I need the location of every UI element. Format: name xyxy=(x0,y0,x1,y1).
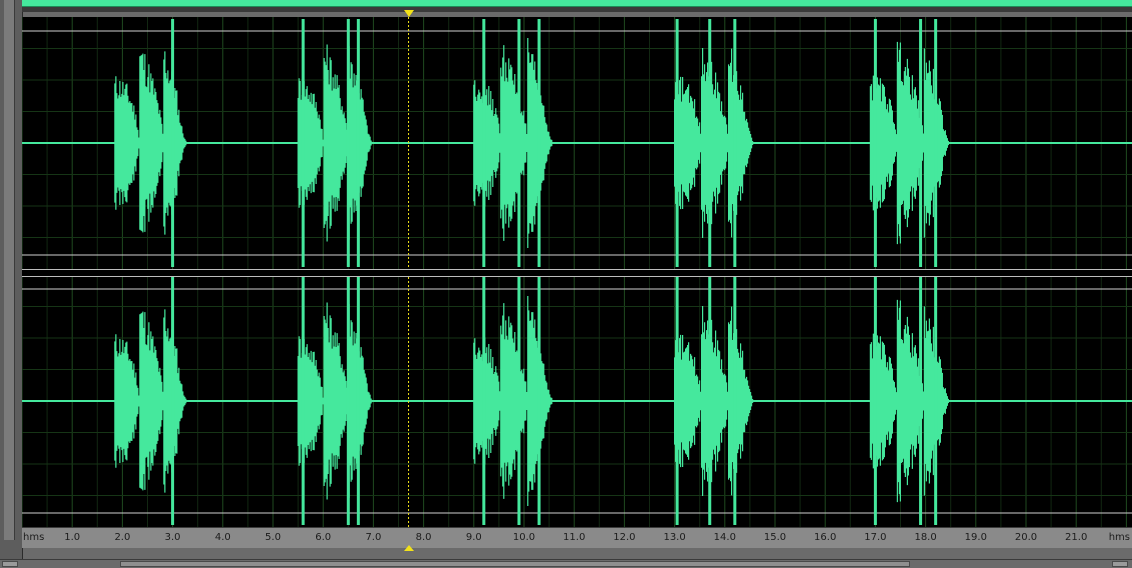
waveform-display[interactable] xyxy=(22,17,1132,527)
ruler-tick-label: 1.0 xyxy=(64,532,81,543)
ruler-tick-label: 21.0 xyxy=(1065,532,1088,543)
ruler-tick-label: 16.0 xyxy=(814,532,837,543)
ruler-tick-label: 4.0 xyxy=(214,532,231,543)
ruler-tick-label: 2.0 xyxy=(114,532,131,543)
waveform-burst xyxy=(674,306,756,496)
channel-divider xyxy=(22,269,1132,277)
waveform-burst xyxy=(297,44,374,242)
ruler-tick-label: 20.0 xyxy=(1014,532,1038,543)
scroll-left-button[interactable] xyxy=(2,561,18,567)
ruler-tick-label: 12.0 xyxy=(613,532,636,543)
ruler-tick-label: 5.0 xyxy=(265,532,281,543)
waveform-burst xyxy=(869,41,951,245)
ruler-tick-label: 9.0 xyxy=(465,532,482,543)
ruler-tick-label: 18.0 xyxy=(914,532,937,543)
left-panel-edge xyxy=(0,0,23,567)
overview-bar[interactable] xyxy=(22,0,1132,12)
ruler-tick-label: 13.0 xyxy=(663,532,686,543)
ruler-tick-label: 6.0 xyxy=(315,532,332,543)
scroll-thumb[interactable] xyxy=(120,561,910,567)
overview-range[interactable] xyxy=(22,0,1132,7)
triangle-up-icon[interactable] xyxy=(403,545,414,551)
ruler-tick-label: 10.0 xyxy=(512,532,536,543)
triangle-down-icon[interactable] xyxy=(403,10,414,17)
ruler-tick-label: 3.0 xyxy=(164,532,181,543)
ruler-tick-label: 7.0 xyxy=(365,532,382,543)
waveform-burst xyxy=(473,37,555,249)
ruler-tick-label: 19.0 xyxy=(964,532,987,543)
waveform-burst xyxy=(869,299,951,503)
ruler-tick-label: 8.0 xyxy=(415,532,432,543)
time-ruler[interactable]: hms 1.0 2.0 3.0 4.0 5.0 6.0 7.0 8.0 9.0 10.0 11.0 1… xyxy=(22,527,1132,548)
waveform-burst xyxy=(473,295,555,507)
waveform-burst xyxy=(674,48,756,238)
ruler-unit-right: hms xyxy=(1108,532,1130,543)
waveform-burst xyxy=(114,309,188,493)
waveform-burst xyxy=(114,51,188,235)
ruler-tick-label: 17.0 xyxy=(864,532,887,543)
left-panel-scroll[interactable] xyxy=(4,0,15,540)
ruler-tick-label: 14.0 xyxy=(713,532,736,543)
audio-editor: hms 1.0 2.0 3.0 4.0 5.0 6.0 7.0 8.0 9.0 10.0 11.0 1… xyxy=(0,0,1132,568)
ruler-tick-label: 15.0 xyxy=(763,532,787,543)
ruler-unit-left: hms xyxy=(23,532,45,543)
ruler-tick-label: 11.0 xyxy=(563,532,586,543)
scroll-right-button[interactable] xyxy=(1112,561,1128,567)
waveform-burst xyxy=(297,302,374,500)
